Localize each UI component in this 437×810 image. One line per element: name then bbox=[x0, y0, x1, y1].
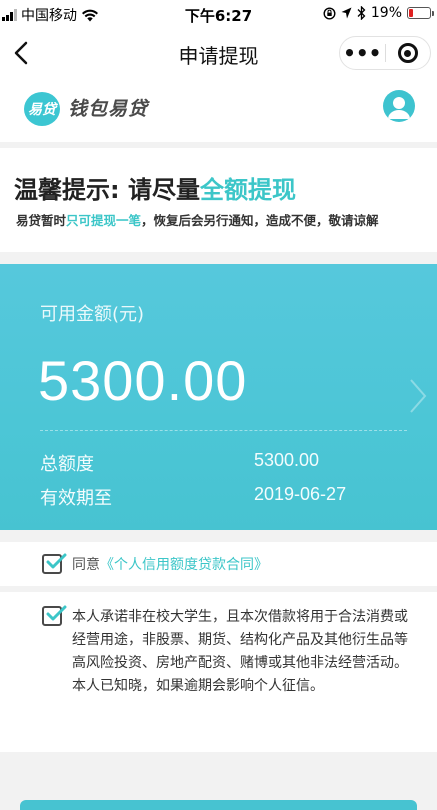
brand-name: 钱包易贷 bbox=[68, 98, 149, 120]
mini-program-capsule: ••• bbox=[339, 36, 431, 70]
status-bar: 中国移动 下午6:27 19% bbox=[0, 0, 437, 30]
bluetooth-icon bbox=[357, 6, 366, 20]
expiry-value: 2019-06-27 bbox=[254, 484, 347, 504]
brand-header: 易贷 钱包易贷 bbox=[0, 76, 437, 142]
battery-percent: 19% bbox=[370, 5, 402, 21]
expiry-row: 有效期至 2019-06-27 bbox=[40, 484, 346, 510]
submit-button[interactable] bbox=[20, 800, 417, 810]
expiry-label: 有效期至 bbox=[40, 488, 112, 509]
contract-link[interactable]: 《个人信用额度贷款合同》 bbox=[100, 557, 268, 573]
available-amount-label: 可用金额(元) bbox=[40, 304, 145, 325]
agreement-checkbox[interactable] bbox=[42, 553, 67, 574]
tip-text-prefix: 易贷暂时 bbox=[16, 213, 67, 228]
total-limit-label: 总额度 bbox=[40, 454, 94, 475]
tip-title-prefix: 温馨提示: 请尽量 bbox=[14, 176, 200, 204]
status-right: 19% bbox=[323, 5, 434, 21]
agreement-row: 同意《个人信用额度贷款合同》 bbox=[0, 542, 437, 586]
amount-card[interactable]: 可用金额(元) 5300.00 总额度 5300.00 有效期至 2019-06… bbox=[0, 264, 437, 530]
close-circle-icon bbox=[397, 43, 418, 63]
screen-lock-icon bbox=[323, 6, 336, 20]
checkbox-checked-icon bbox=[46, 605, 67, 621]
available-amount: 5300.00 bbox=[38, 349, 248, 412]
more-button[interactable]: ••• bbox=[340, 38, 385, 68]
location-icon bbox=[341, 7, 352, 19]
promise-section: 本人承诺非在校大学生，且本次借款将用于合法消费或经营用途，非股票、期货、结构化产… bbox=[0, 592, 437, 752]
total-limit-row: 总额度 5300.00 bbox=[40, 450, 319, 476]
total-limit-value: 5300.00 bbox=[254, 450, 320, 470]
nav-bar: 申请提现 ••• bbox=[0, 30, 437, 76]
agreement-text: 同意《个人信用额度贷款合同》 bbox=[72, 554, 268, 574]
close-button[interactable] bbox=[385, 43, 430, 63]
tip-title-highlight: 全额提现 bbox=[199, 176, 296, 204]
tip-text-suffix: ，恢复后会另行通知，造成不便，敬请谅解 bbox=[141, 213, 379, 228]
user-avatar-icon[interactable] bbox=[383, 90, 415, 122]
promise-text: 本人承诺非在校大学生，且本次借款将用于合法消费或经营用途，非股票、期货、结构化产… bbox=[72, 609, 408, 694]
tip-text-highlight: 只可提现一笔 bbox=[66, 213, 142, 228]
tip-title: 温馨提示: 请尽量全额提现 bbox=[14, 170, 296, 205]
brand-logo: 易贷 bbox=[24, 92, 60, 126]
agreement-prefix: 同意 bbox=[72, 557, 100, 573]
tip-text: 易贷暂时只可提现一笔，恢复后会另行通知，造成不便，敬请谅解 bbox=[16, 210, 379, 229]
checkbox-checked-icon bbox=[46, 553, 67, 569]
battery-icon bbox=[407, 7, 434, 19]
promise-checkbox[interactable] bbox=[42, 605, 67, 626]
tip-card: 温馨提示: 请尽量全额提现 易贷暂时只可提现一笔，恢复后会另行通知，造成不便，敬… bbox=[0, 148, 437, 252]
chevron-right-icon[interactable] bbox=[405, 376, 429, 416]
card-divider bbox=[40, 430, 407, 431]
